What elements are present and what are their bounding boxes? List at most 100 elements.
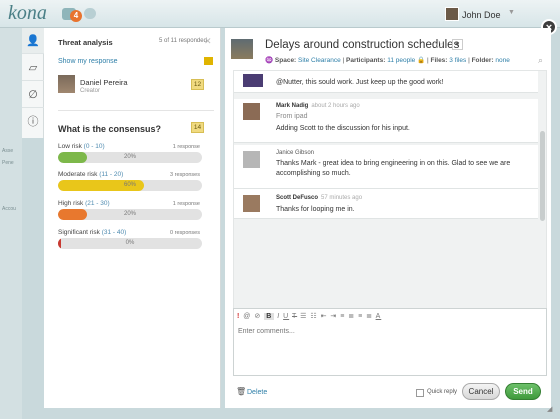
delete-link[interactable]: Delete (247, 389, 267, 396)
background-label: Accou (2, 206, 16, 212)
message-text: Adding Scott to the discussion for his i… (276, 125, 410, 132)
comment-composer: ! @ ⊘ B I U T ☰ ☷ ⇤ ⇥ ≡ ≣ ≡ ≣ A (233, 308, 547, 376)
strikethrough-icon[interactable]: T (292, 313, 297, 320)
discussion-meta: ♒ Space: Site Clearance | Participants: … (265, 57, 510, 64)
close-icon[interactable]: ✕ (204, 36, 212, 47)
discussion-panel: Delays around construction schedules ☆ ▼… (225, 28, 551, 408)
send-button[interactable]: Send (505, 383, 541, 400)
icon-rail: 👤 ▱ ∅ ⓘ (22, 28, 44, 138)
background-label: Pene (2, 160, 14, 166)
files-link[interactable]: 3 files (449, 57, 466, 64)
show-my-response-link[interactable]: Show my response (58, 58, 118, 65)
chat-icon[interactable] (84, 8, 96, 19)
alert-icon[interactable]: ⓘ (22, 109, 44, 135)
user-name[interactable]: John Doe (462, 10, 501, 20)
mention-icon[interactable]: @ (243, 313, 251, 320)
option-percent: 60% (123, 182, 136, 188)
quick-reply-label: Quick reply (427, 389, 458, 395)
question-title: What is the consensus? (58, 124, 162, 134)
folder-label: Folder: (471, 57, 494, 64)
option-bar: 20% (58, 152, 202, 163)
formatting-toolbar: ! @ ⊘ B I U T ☰ ☷ ⇤ ⇥ ≡ ≣ ≡ ≣ A (237, 312, 381, 320)
user-avatar[interactable] (445, 7, 459, 21)
participants-link[interactable]: 11 people (387, 57, 415, 64)
message-avatar (243, 103, 260, 120)
quick-reply-checkbox[interactable] (416, 389, 424, 397)
message-text: @Nutter, this sould work. Just keep up t… (276, 79, 444, 86)
creator-role: Creator (80, 88, 101, 94)
align-right-icon[interactable]: ≡ (358, 313, 363, 320)
message-item: @Nutter, this sould work. Just keep up t… (234, 71, 538, 93)
search-icon[interactable]: ⌕ (538, 55, 543, 66)
justify-icon[interactable]: ≣ (366, 313, 373, 320)
option-bar: 60% (58, 180, 202, 191)
participants-label: Participants: (346, 57, 386, 64)
person-icon[interactable]: 👤 (22, 28, 44, 54)
star-icon[interactable]: ☆ (434, 38, 444, 51)
alert-icon[interactable]: ! (237, 313, 240, 320)
space-label: Space: (274, 57, 297, 64)
chevron-down-icon[interactable]: ▼ (508, 9, 515, 16)
italic-icon[interactable]: I (277, 313, 280, 320)
underline-icon[interactable]: U (283, 313, 289, 320)
response-icon[interactable] (204, 57, 213, 65)
message-author[interactable]: Scott DeFusco 57 minutes ago (276, 195, 362, 201)
creator-badge: 12 (191, 79, 204, 90)
top-bar: kona 4 John Doe ▼ (0, 0, 560, 28)
attach-icon[interactable]: ⊘ (254, 313, 261, 320)
paperclip-icon[interactable]: ∅ (22, 82, 44, 108)
message-avatar (243, 74, 263, 87)
comment-input[interactable] (238, 328, 542, 335)
numbered-list-icon[interactable]: ☷ (310, 313, 317, 320)
message-time: about 2 hours ago (311, 103, 360, 109)
panel-title: Threat analysis (58, 38, 113, 47)
message-item: Scott DeFusco 57 minutes ago Thanks for l… (234, 189, 538, 219)
option-percent: 0% (125, 240, 135, 246)
message-author[interactable]: Janice Gibson (276, 150, 314, 156)
text-color-icon[interactable]: A (376, 313, 382, 320)
kona-logo[interactable]: kona (8, 2, 47, 25)
option-responses: 1 response (172, 201, 200, 207)
option-label: Low risk (0 - 10) (58, 143, 105, 150)
creator-name[interactable]: Daniel Pereira (80, 78, 128, 87)
indent-icon[interactable]: ⇥ (330, 313, 337, 320)
option-responses: 1 response (172, 144, 200, 150)
space-icon: ♒ (265, 57, 274, 64)
responded-count: 5 of 11 responded (159, 38, 207, 44)
resize-handle[interactable]: ◢ (547, 405, 552, 413)
option-bar: 0% (58, 238, 202, 249)
align-left-icon[interactable]: ≡ (340, 313, 345, 320)
option-percent: 20% (123, 154, 136, 160)
outdent-icon[interactable]: ⇤ (321, 313, 328, 320)
trash-icon[interactable]: 🗑 (236, 387, 246, 396)
message-author[interactable]: Mark Nadig about 2 hours ago (276, 103, 360, 109)
folder-link[interactable]: none (495, 57, 509, 64)
threat-analysis-panel: Threat analysis 5 of 11 responded ✕ Show… (44, 28, 221, 408)
creator-avatar (58, 75, 75, 93)
background-page: Asse Pene Accou (0, 28, 22, 419)
message-source: From ipad (276, 113, 308, 120)
cancel-button[interactable]: Cancel (462, 383, 500, 400)
message-feed[interactable]: @Nutter, this sould work. Just keep up t… (233, 70, 547, 325)
files-label: Files: (430, 57, 448, 64)
space-link[interactable]: Site Clearance (298, 57, 341, 64)
note-icon[interactable]: ▱ (22, 55, 44, 81)
option-label: Moderate risk (11 - 20) (58, 171, 124, 178)
bullet-list-icon[interactable]: ☰ (300, 313, 307, 320)
option-responses: 0 responses (170, 230, 200, 236)
message-avatar (243, 195, 260, 212)
align-center-icon[interactable]: ≣ (348, 313, 355, 320)
message-text: Thanks Mark - great idea to bring engine… (276, 160, 511, 177)
feed-scrollbar[interactable] (540, 131, 545, 221)
message-time: 57 minutes ago (321, 195, 363, 201)
message-item: Janice Gibson Thanks Mark - great idea t… (234, 145, 538, 189)
question-badge: 14 (191, 122, 204, 133)
message-item: Mark Nadig about 2 hours ago From ipad Ad… (234, 99, 538, 143)
message-text: Thanks for looping me in. (276, 206, 355, 213)
bold-icon[interactable]: B (264, 313, 275, 320)
message-avatar (243, 151, 260, 168)
notification-badge[interactable]: 4 (70, 10, 82, 22)
lock-icon: 🔒 (417, 57, 426, 64)
option-responses: 3 responses (170, 172, 200, 178)
chevron-down-icon[interactable]: ▼ (452, 39, 463, 50)
